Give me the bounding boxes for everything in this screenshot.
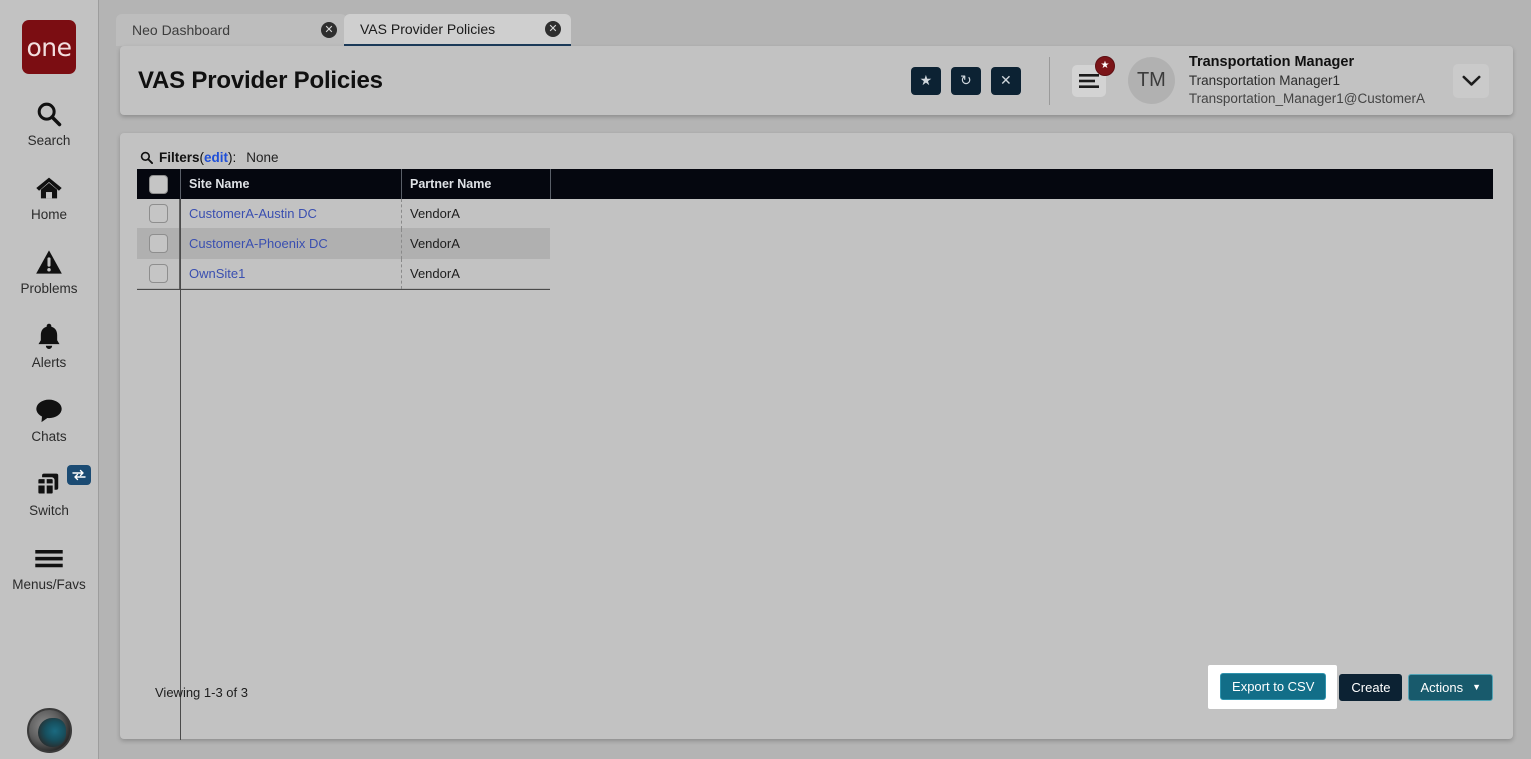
export-highlight-box: Export to CSV: [1208, 665, 1338, 709]
warning-triangle-icon: [35, 246, 63, 278]
table-row[interactable]: OwnSite1 VendorA: [137, 258, 550, 289]
row-select-cell[interactable]: [137, 258, 180, 289]
hamburger-icon: [33, 542, 65, 574]
sidebar-item-alerts[interactable]: Alerts: [0, 320, 99, 370]
cell-site-name[interactable]: OwnSite1: [180, 258, 401, 289]
sidebar-item-chats[interactable]: Chats: [0, 394, 99, 444]
header-actions: ★ ↻ ✕ ★ TM Transportation Manager Transp…: [901, 53, 1513, 108]
close-circle-icon[interactable]: ✕: [321, 22, 337, 38]
sidebar-item-home[interactable]: Home: [0, 172, 99, 222]
grid-column-divider: [180, 199, 181, 740]
select-all-cell[interactable]: [137, 169, 180, 199]
filters-label: Filters: [159, 150, 200, 165]
table-body: CustomerA-Austin DC VendorA CustomerA-Ph…: [137, 198, 550, 290]
favorites-badge[interactable]: ★: [1094, 55, 1115, 76]
switch-windows-icon: [34, 468, 64, 500]
row-select-cell[interactable]: [137, 228, 180, 259]
sidebar-item-label: Alerts: [31, 355, 67, 370]
tab-vas-provider-policies[interactable]: VAS Provider Policies ✕: [344, 14, 571, 46]
sidebar-item-label: Switch: [29, 503, 69, 518]
caret-down-icon: ▼: [1472, 682, 1481, 692]
header-divider: [1048, 56, 1050, 105]
user-menu-toggle[interactable]: [1453, 63, 1489, 98]
agent-avatar-icon[interactable]: [27, 708, 72, 753]
close-circle-icon[interactable]: ✕: [545, 21, 561, 37]
tab-label: Neo Dashboard: [132, 22, 231, 38]
page-title: VAS Provider Policies: [138, 66, 383, 94]
menus-button-wrapper: ★: [1071, 55, 1115, 97]
cell-partner-name: VendorA: [401, 258, 550, 289]
data-grid: Site Name Partner Name CustomerA-Austin …: [137, 169, 1493, 290]
record-count-label: Viewing 1-3 of 3: [155, 685, 248, 700]
user-name: Transportation Manager1: [1188, 73, 1341, 89]
close-x-icon: ✕: [1000, 72, 1012, 88]
row-checkbox[interactable]: [148, 264, 168, 283]
row-select-cell[interactable]: [137, 198, 180, 229]
sidebar: one Search Home Problems Alerts Chats Sw…: [0, 0, 99, 759]
cell-partner-name: VendorA: [401, 228, 550, 259]
footer-actions: Export to CSV Create Actions ▼: [1208, 665, 1493, 709]
select-all-checkbox[interactable]: [149, 174, 168, 194]
sidebar-item-label: Menus/Favs: [12, 577, 86, 592]
tab-label: VAS Provider Policies: [360, 21, 496, 37]
table-row[interactable]: CustomerA-Phoenix DC VendorA: [137, 228, 550, 259]
sidebar-item-label: Problems: [20, 281, 78, 296]
cell-site-name[interactable]: CustomerA-Phoenix DC: [180, 228, 401, 259]
column-header-site-name[interactable]: Site Name: [180, 169, 401, 199]
agent-avatar-face: [38, 718, 66, 747]
refresh-button[interactable]: ↻: [950, 66, 981, 95]
brand-logo-text: one: [26, 32, 72, 62]
sidebar-item-problems[interactable]: Problems: [0, 246, 99, 296]
search-icon: [140, 151, 153, 164]
table-header-row: Site Name Partner Name: [137, 169, 1493, 199]
chat-bubble-icon: [34, 394, 64, 426]
chevron-down-icon: [1462, 75, 1480, 86]
row-checkbox[interactable]: [148, 234, 168, 253]
favorite-button[interactable]: ★: [910, 66, 941, 95]
column-header-partner-name[interactable]: Partner Name: [401, 169, 550, 199]
home-icon: [34, 172, 64, 204]
create-button[interactable]: Create: [1339, 673, 1403, 701]
row-checkbox[interactable]: [148, 204, 168, 223]
sidebar-item-switch[interactable]: Switch: [0, 465, 99, 518]
actions-button[interactable]: Actions ▼: [1408, 673, 1493, 701]
filters-close-paren: ):: [228, 150, 237, 165]
tab-bar: Neo Dashboard ✕ VAS Provider Policies ✕: [100, 0, 1531, 46]
actions-button-label: Actions: [1420, 679, 1464, 695]
avatar[interactable]: TM: [1127, 57, 1175, 104]
close-button[interactable]: ✕: [990, 66, 1021, 95]
refresh-icon: ↻: [960, 72, 972, 88]
page-header: VAS Provider Policies ★ ↻ ✕ ★ TM Transpo…: [120, 46, 1513, 115]
export-to-csv-button[interactable]: Export to CSV: [1220, 673, 1327, 700]
column-header-filler: [550, 169, 1493, 199]
tab-neo-dashboard[interactable]: Neo Dashboard ✕: [116, 14, 347, 46]
search-icon: [35, 98, 63, 130]
sidebar-item-label: Home: [30, 207, 67, 222]
sidebar-item-search[interactable]: Search: [0, 98, 99, 148]
sidebar-item-label: Chats: [31, 429, 67, 444]
brand-logo[interactable]: one: [22, 20, 76, 74]
content-panel: Filters ( edit ): None Site Name Partner…: [120, 133, 1513, 740]
sidebar-item-label: Search: [27, 133, 71, 148]
filters-value: None: [246, 150, 279, 165]
sidebar-item-menus-favs[interactable]: Menus/Favs: [0, 542, 99, 592]
bell-icon: [36, 320, 62, 352]
star-icon: ★: [1100, 60, 1110, 71]
cell-site-name[interactable]: CustomerA-Austin DC: [180, 198, 401, 229]
filters-edit-link[interactable]: edit: [204, 150, 228, 165]
user-login: Transportation_Manager1@CustomerA: [1188, 91, 1425, 107]
filters-bar: Filters ( edit ): None: [140, 150, 279, 165]
hamburger-icon: [1078, 73, 1099, 88]
table-row[interactable]: CustomerA-Austin DC VendorA: [137, 198, 550, 229]
cell-partner-name: VendorA: [401, 198, 550, 229]
avatar-initials: TM: [1136, 69, 1166, 91]
swap-arrows-icon[interactable]: [66, 465, 91, 485]
user-role: Transportation Manager: [1188, 54, 1355, 71]
star-icon: ★: [919, 72, 933, 88]
user-info: Transportation Manager Transportation Ma…: [1189, 53, 1425, 108]
